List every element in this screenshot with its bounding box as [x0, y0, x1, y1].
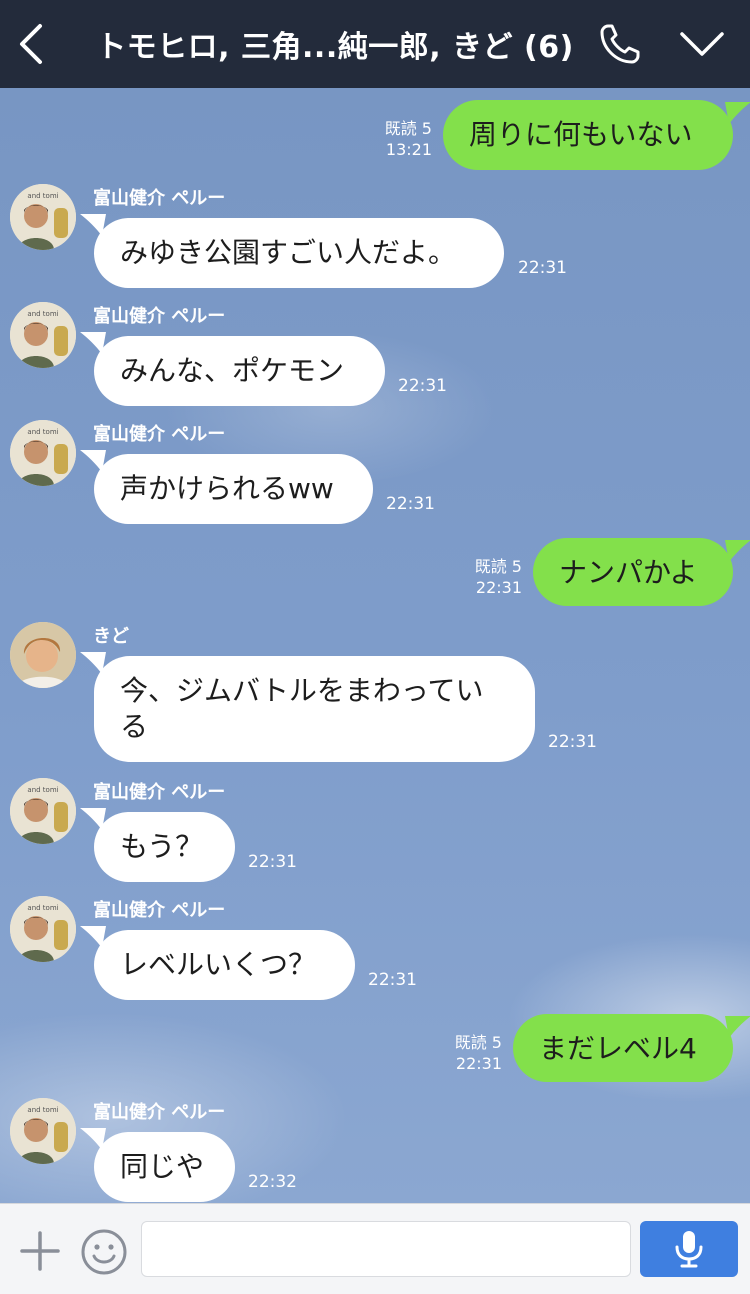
message-time: 22:32: [248, 1172, 297, 1192]
message-text: 同じや: [120, 1150, 205, 1183]
chat-title: トモヒロ, 三角...純一郎, きど (6): [96, 30, 574, 65]
message-text: みんな、ポケモン: [120, 354, 345, 387]
message-bubble-in[interactable]: みんな、ポケモン: [94, 336, 385, 406]
message-time: 22:31: [548, 732, 597, 752]
message-bubble-in[interactable]: みゆき公園すごい人だよ。: [94, 218, 504, 288]
sender-name: 富山健介 ペルー: [93, 1102, 226, 1123]
read-receipt: 既読 5 22:31: [474, 557, 522, 597]
message-text: ナンパかよ: [559, 556, 698, 589]
message-bubble-out[interactable]: ナンパかよ: [533, 538, 733, 606]
sender-name: 富山健介 ペルー: [93, 424, 226, 445]
read-receipt: 既読 5 13:21: [384, 119, 432, 159]
svg-text:and tomi: and tomi: [27, 1106, 58, 1114]
mic-button[interactable]: [640, 1221, 738, 1277]
message-bubble-in[interactable]: レベルいくつ？: [94, 930, 355, 1000]
svg-text:and tomi: and tomi: [27, 428, 58, 436]
message-bubble-in[interactable]: もう？: [94, 812, 235, 882]
message-time: 22:31: [398, 376, 447, 396]
bubble-tail: [725, 1016, 750, 1038]
avatar[interactable]: and tomi: [10, 1098, 76, 1164]
avatar[interactable]: and tomi: [10, 184, 76, 250]
sender-name: きど: [93, 626, 129, 647]
message-time: 22:31: [386, 494, 435, 514]
message-time: 22:31: [248, 852, 297, 872]
message-text: みゆき公園すごい人だよ。: [120, 236, 457, 269]
message-bubble-out[interactable]: 周りに何もいない: [443, 100, 733, 170]
sender-name: 富山健介 ペルー: [93, 306, 226, 327]
chat-header: トモヒロ, 三角...純一郎, きど (6): [0, 0, 750, 88]
sender-name: 富山健介 ペルー: [93, 782, 226, 803]
message-text: もう？: [120, 830, 204, 863]
message-list[interactable]: 既読 5 13:21 周りに何もいない and tomi 富山健介 ペルー みゆ…: [0, 88, 750, 1203]
message-text: 周りに何もいない: [469, 118, 693, 151]
message-bubble-in[interactable]: 同じや: [94, 1132, 235, 1202]
message-text: 今、ジムバトルをまわってい: [120, 674, 484, 707]
svg-text:and tomi: and tomi: [27, 310, 58, 318]
svg-text:and tomi: and tomi: [27, 192, 58, 200]
message-input[interactable]: [141, 1221, 631, 1277]
avatar[interactable]: and tomi: [10, 896, 76, 962]
read-receipt: 既読 5 22:31: [454, 1033, 502, 1073]
bubble-tail: [725, 540, 750, 562]
message-input-bar: [0, 1203, 750, 1294]
message-text: 声かけられるww: [120, 472, 334, 505]
smiley-icon[interactable]: [80, 1228, 128, 1276]
message-time: 22:31: [518, 258, 567, 278]
message-bubble-in[interactable]: 声かけられるww: [94, 454, 373, 524]
message-bubble-out[interactable]: まだレベル4: [513, 1014, 733, 1082]
svg-text:and tomi: and tomi: [27, 904, 58, 912]
microphone-icon: [675, 1231, 703, 1268]
avatar[interactable]: and tomi: [10, 778, 76, 844]
sender-name: 富山健介 ペルー: [93, 188, 226, 209]
avatar[interactable]: and tomi: [10, 302, 76, 368]
message-bubble-in[interactable]: 今、ジムバトルをまわってい る: [94, 656, 535, 762]
plus-icon[interactable]: [18, 1229, 62, 1273]
bubble-tail: [725, 102, 750, 124]
phone-icon[interactable]: [596, 20, 644, 68]
sender-name: 富山健介 ペルー: [93, 900, 226, 921]
chevron-left-icon[interactable]: [14, 20, 50, 68]
avatar[interactable]: and tomi: [10, 420, 76, 486]
chevron-down-icon[interactable]: [678, 26, 726, 62]
svg-text:and tomi: and tomi: [27, 786, 58, 794]
message-text: まだレベル4: [539, 1032, 697, 1065]
message-text: レベルいくつ？: [120, 948, 317, 981]
avatar[interactable]: [10, 622, 76, 688]
message-time: 22:31: [368, 970, 417, 990]
message-text: る: [120, 710, 149, 743]
